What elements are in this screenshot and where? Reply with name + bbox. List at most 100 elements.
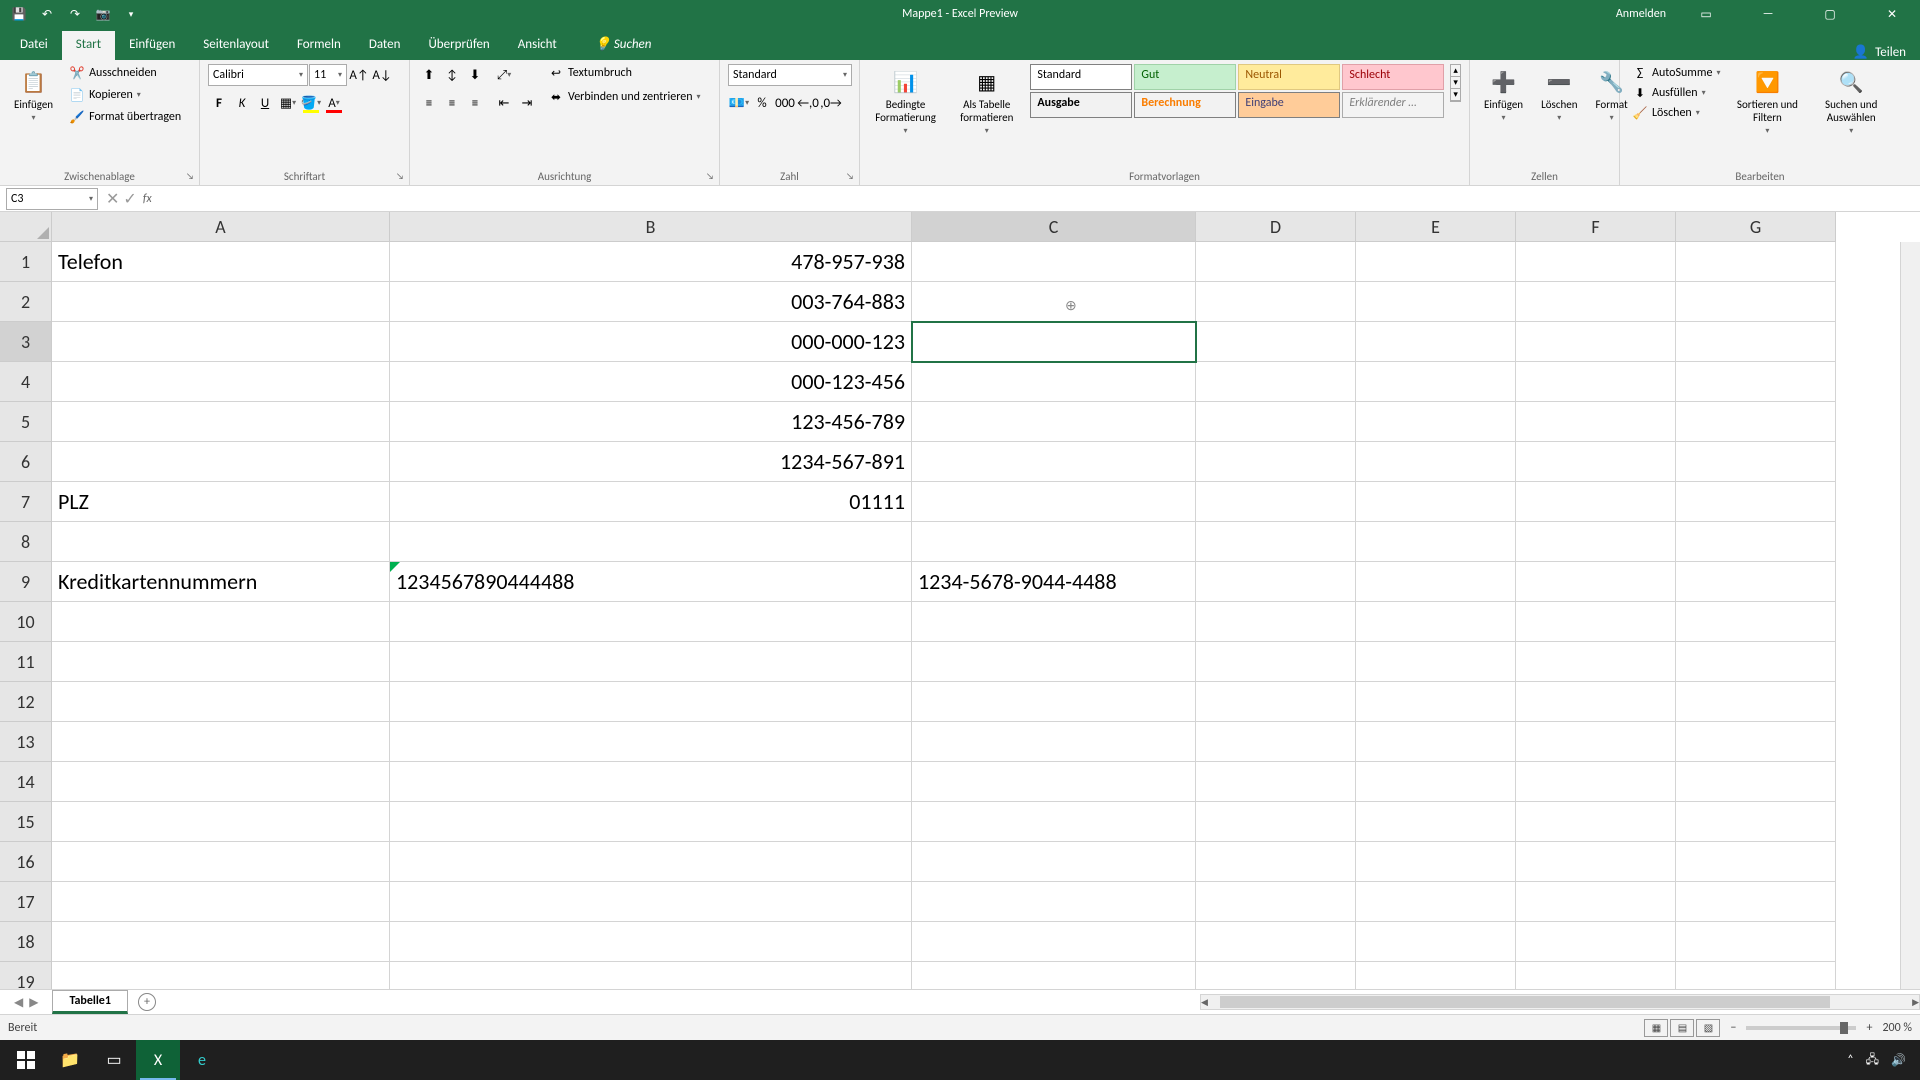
style-berechnung[interactable]: Berechnung — [1134, 92, 1236, 118]
cell[interactable] — [912, 482, 1196, 522]
signin-link[interactable]: Anmelden — [1616, 7, 1666, 21]
vertical-scrollbar[interactable] — [1900, 242, 1920, 989]
sheet-nav-next[interactable]: ▶ — [29, 995, 38, 1010]
cell[interactable] — [1516, 642, 1676, 682]
cell[interactable] — [52, 322, 390, 362]
style-neutral[interactable]: Neutral — [1238, 64, 1340, 90]
increase-font-button[interactable]: A↑ — [348, 64, 370, 86]
cell[interactable] — [1676, 922, 1836, 962]
cell[interactable]: 000-000-123 — [390, 322, 912, 362]
cell[interactable] — [912, 362, 1196, 402]
cell[interactable] — [52, 362, 390, 402]
row-header[interactable]: 7 — [0, 482, 52, 522]
cell[interactable] — [390, 642, 912, 682]
row-header[interactable]: 17 — [0, 882, 52, 922]
cell[interactable] — [1356, 322, 1516, 362]
cell[interactable] — [912, 402, 1196, 442]
indent-increase-button[interactable]: ⇥ — [516, 92, 538, 114]
border-button[interactable]: ▦▾ — [277, 92, 299, 114]
row-header[interactable]: 1 — [0, 242, 52, 282]
font-launcher[interactable]: ↘ — [393, 169, 407, 183]
fill-button[interactable]: ⬇Ausfüllen ▾ — [1628, 84, 1724, 102]
number-launcher[interactable]: ↘ — [843, 169, 857, 183]
cell[interactable] — [52, 882, 390, 922]
cell[interactable] — [1516, 842, 1676, 882]
zoom-level[interactable]: 200 % — [1882, 1021, 1912, 1035]
cell[interactable] — [52, 602, 390, 642]
sort-filter-button[interactable]: 🔽Sortieren und Filtern▾ — [1730, 64, 1804, 140]
paste-button[interactable]: 📋 Einfügen ▾ — [8, 64, 59, 127]
row-header[interactable]: 12 — [0, 682, 52, 722]
font-size-select[interactable]: 11▾ — [309, 64, 347, 86]
underline-button[interactable]: U — [254, 92, 276, 114]
cell[interactable] — [1676, 482, 1836, 522]
tab-view[interactable]: Ansicht — [504, 31, 571, 60]
format-painter-button[interactable]: 🖌️Format übertragen — [65, 108, 185, 126]
cell[interactable] — [1516, 722, 1676, 762]
cell[interactable] — [1516, 882, 1676, 922]
cell[interactable] — [1356, 362, 1516, 402]
cell[interactable] — [1196, 482, 1356, 522]
cell[interactable]: 000-123-456 — [390, 362, 912, 402]
cell[interactable] — [1516, 442, 1676, 482]
conditional-formatting-button[interactable]: 📊 Bedingte Formatierung▾ — [868, 64, 943, 140]
cell[interactable] — [912, 682, 1196, 722]
cell[interactable] — [52, 842, 390, 882]
column-header[interactable]: G — [1676, 212, 1836, 242]
row-header[interactable]: 3 — [0, 322, 52, 362]
align-left-button[interactable]: ≡ — [418, 92, 440, 114]
cell[interactable] — [1356, 962, 1516, 989]
cell[interactable] — [1356, 602, 1516, 642]
cell[interactable] — [1356, 562, 1516, 602]
cell[interactable] — [52, 642, 390, 682]
redo-icon[interactable]: ↷ — [66, 5, 84, 23]
cell[interactable] — [1356, 842, 1516, 882]
zoom-in-button[interactable]: + — [1866, 1021, 1872, 1035]
italic-button[interactable]: K — [231, 92, 253, 114]
cell[interactable] — [1196, 242, 1356, 282]
tab-file[interactable]: Datei — [6, 31, 62, 60]
align-right-button[interactable]: ≡ — [464, 92, 486, 114]
cell[interactable] — [1196, 642, 1356, 682]
cell[interactable] — [1356, 482, 1516, 522]
cell[interactable] — [1676, 442, 1836, 482]
column-header[interactable]: C — [912, 212, 1196, 242]
cell[interactable] — [1196, 322, 1356, 362]
cell[interactable]: 478-957-938 — [390, 242, 912, 282]
cell[interactable] — [52, 802, 390, 842]
cell[interactable] — [1196, 802, 1356, 842]
cell[interactable] — [1356, 922, 1516, 962]
sheet-tab[interactable]: Tabelle1 — [52, 990, 127, 1014]
percent-format-button[interactable]: % — [751, 92, 773, 114]
column-header[interactable]: D — [1196, 212, 1356, 242]
cell[interactable] — [52, 722, 390, 762]
cell[interactable] — [1356, 402, 1516, 442]
row-header[interactable]: 14 — [0, 762, 52, 802]
cell[interactable] — [390, 802, 912, 842]
align-bottom-button[interactable]: ⬇ — [464, 64, 486, 86]
number-format-select[interactable]: Standard▾ — [728, 64, 852, 86]
task-file-explorer[interactable]: 📁 — [48, 1040, 92, 1080]
cell[interactable]: 1234-567-891 — [390, 442, 912, 482]
cell[interactable] — [1196, 842, 1356, 882]
cell[interactable]: Kreditkartennummern — [52, 562, 390, 602]
formula-input[interactable] — [158, 188, 1920, 210]
row-header[interactable]: 2 — [0, 282, 52, 322]
cell[interactable] — [1196, 282, 1356, 322]
cell[interactable] — [1516, 282, 1676, 322]
cell[interactable] — [1196, 362, 1356, 402]
cell[interactable] — [1356, 802, 1516, 842]
cell[interactable] — [912, 762, 1196, 802]
cell[interactable] — [390, 842, 912, 882]
tab-home[interactable]: Start — [62, 31, 115, 60]
format-as-table-button[interactable]: ▦ Als Tabelle formatieren▾ — [949, 64, 1024, 140]
cancel-formula-icon[interactable]: ✕ — [106, 189, 119, 209]
column-header[interactable]: B — [390, 212, 912, 242]
cell[interactable] — [1676, 962, 1836, 989]
view-page-layout-button[interactable]: ▤ — [1670, 1019, 1694, 1037]
cell[interactable] — [1676, 722, 1836, 762]
add-sheet-button[interactable]: + — [138, 993, 156, 1011]
thousands-button[interactable]: 000 — [774, 92, 796, 114]
style-gut[interactable]: Gut — [1134, 64, 1236, 90]
find-select-button[interactable]: 🔍Suchen und Auswählen▾ — [1810, 64, 1892, 140]
